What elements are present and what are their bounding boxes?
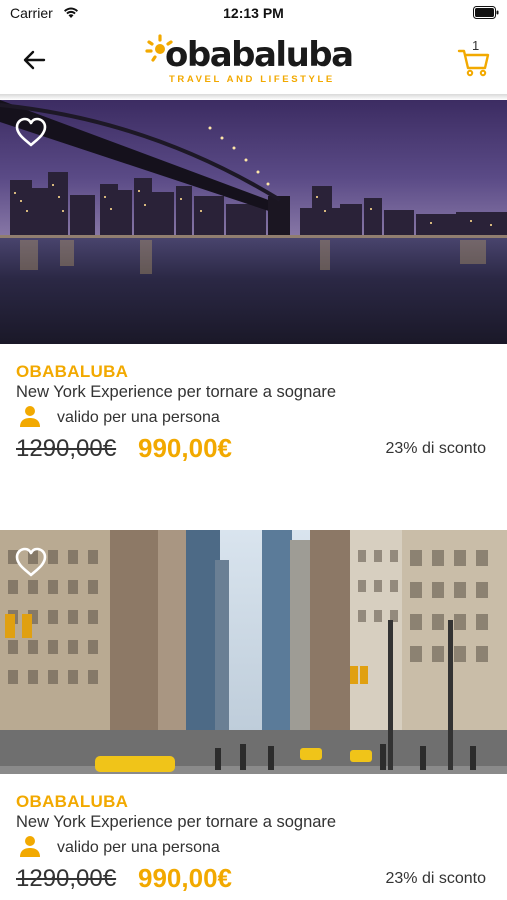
product-brand: OBABALUBA (16, 792, 129, 811)
product-discount: 23% di sconto (385, 440, 486, 457)
product-image[interactable] (0, 530, 507, 774)
arrow-left-icon[interactable] (20, 46, 50, 74)
brand-logo: obabaluba TRAVEL AND LIFESTYLE (145, 32, 365, 90)
product-card[interactable]: OBABALUBA New York Experience per tornar… (0, 100, 507, 463)
product-title[interactable]: New York Experience per tornare a sognar… (16, 813, 336, 832)
product-title[interactable]: New York Experience per tornare a sognar… (16, 383, 336, 402)
status-bar: Carrier 12:13 PM (0, 0, 507, 28)
battery-icon (473, 6, 499, 19)
person-icon (20, 836, 40, 857)
product-brand: OBABALUBA (16, 362, 129, 381)
new-york-street-image (0, 530, 507, 774)
logo-wordmark: obabaluba (165, 35, 354, 75)
clock: 12:13 PM (223, 5, 284, 21)
product-new-price: 990,00€ (138, 433, 232, 463)
product-image[interactable] (0, 100, 507, 344)
product-old-price: 1290,00€ (16, 865, 117, 892)
product-old-price: 1290,00€ (16, 435, 117, 462)
navigation-bar: obabaluba TRAVEL AND LIFESTYLE 1 (0, 28, 507, 94)
product-new-price: 990,00€ (138, 863, 232, 893)
person-icon (20, 406, 40, 427)
product-card[interactable]: OBABALUBA New York Experience per tornar… (0, 530, 507, 893)
heart-outline-icon[interactable] (14, 546, 48, 578)
product-validity: valido per una persona (57, 409, 220, 426)
logo-tagline: TRAVEL AND LIFESTYLE (169, 74, 335, 85)
product-validity: valido per una persona (57, 839, 220, 856)
heart-outline-icon[interactable] (14, 116, 48, 148)
cart-count-badge: 1 (472, 38, 480, 53)
product-discount: 23% di sconto (385, 870, 486, 887)
brooklyn-bridge-night-image (0, 100, 507, 344)
